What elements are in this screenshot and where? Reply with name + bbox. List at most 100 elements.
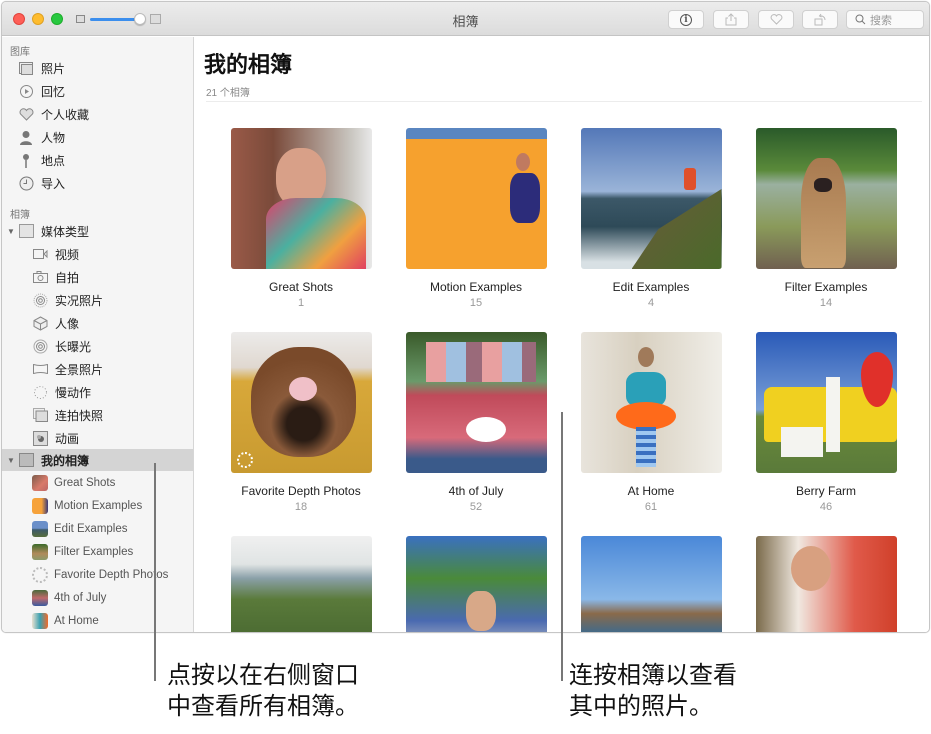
divider — [206, 101, 922, 102]
album-tile[interactable] — [571, 536, 731, 632]
clock-icon — [18, 175, 34, 191]
album-count: 21 个相簿 — [206, 88, 250, 99]
long-exposure-icon — [32, 338, 48, 354]
callout-right: 连按相簿以查看 其中的照片。 — [569, 662, 737, 720]
album-photo-count: 61 — [644, 501, 658, 513]
album-cover — [405, 536, 547, 632]
sidebar-album-edit-examples[interactable]: Edit Examples — [2, 518, 193, 540]
titlebar: 相簿 i 搜索 — [2, 2, 929, 36]
album-name: Berry Farm — [796, 484, 856, 498]
album-name: Favorite Depth Photos — [241, 484, 361, 498]
sidebar-album-favorite-depth-photos[interactable]: Favorite Depth Photos — [2, 564, 193, 586]
sidebar-item-long-exposure[interactable]: 长曝光 — [2, 335, 193, 357]
album-name: Motion Examples — [429, 280, 523, 294]
callout-line-right — [561, 412, 563, 681]
share-button[interactable] — [713, 10, 749, 29]
sidebar-album-great-shots[interactable]: Great Shots — [2, 472, 193, 494]
folder-icon — [18, 223, 34, 239]
sidebar-album-at-home[interactable]: At Home — [2, 610, 193, 632]
album-tile-favorite-depth-photos[interactable]: Favorite Depth Photos 18 — [221, 332, 381, 513]
sidebar-item-bursts[interactable]: 连拍快照 — [2, 404, 193, 426]
album-tile[interactable] — [396, 536, 556, 632]
album-thumbnail — [32, 544, 48, 560]
album-cover — [580, 332, 722, 473]
sidebar-item-live-photos[interactable]: 实况照片 — [2, 289, 193, 311]
panorama-icon — [32, 361, 48, 377]
photos-window: 相簿 i 搜索 图库 照片 回忆 个人收藏 人物 地点 导入 相簿 ▼ 媒体类型… — [1, 1, 930, 633]
live-photo-icon — [32, 292, 48, 308]
memories-icon — [18, 83, 34, 99]
album-tile-motion-examples[interactable]: Motion Examples 15 — [396, 128, 556, 309]
search-placeholder: 搜索 — [870, 14, 892, 27]
album-photo-count: 4 — [647, 297, 655, 309]
favorite-button[interactable] — [758, 10, 794, 29]
album-cover — [230, 128, 372, 269]
sidebar-item-imports[interactable]: 导入 — [2, 172, 193, 194]
sidebar-album-4th-of-july[interactable]: 4th of July — [2, 587, 193, 609]
sidebar-item-memories[interactable]: 回忆 — [2, 80, 193, 102]
album-photo-count: 18 — [294, 501, 308, 513]
info-icon: i — [680, 13, 692, 26]
album-tile-edit-examples[interactable]: Edit Examples 4 — [571, 128, 731, 309]
share-icon — [725, 13, 737, 26]
album-cover — [230, 332, 372, 473]
rotate-icon — [814, 13, 825, 26]
rotate-button[interactable] — [802, 10, 838, 29]
album-tile-filter-examples[interactable]: Filter Examples 14 — [746, 128, 906, 309]
album-thumbnail — [32, 498, 48, 514]
search-field[interactable]: 搜索 — [846, 10, 924, 29]
sidebar-item-videos[interactable]: 视频 — [2, 243, 193, 265]
sidebar-album-motion-examples[interactable]: Motion Examples — [2, 495, 193, 517]
slomo-icon — [32, 384, 48, 400]
sidebar-item-my-albums[interactable]: ▼ 我的相簿 — [2, 449, 193, 471]
sidebar-item-media-types[interactable]: ▼ 媒体类型 — [2, 220, 193, 242]
sidebar-item-places[interactable]: 地点 — [2, 149, 193, 171]
depth-icon — [32, 567, 48, 583]
albums-header: 相簿 — [10, 210, 30, 221]
album-cover — [405, 332, 547, 473]
sidebar-item-animated[interactable]: 动画 — [2, 427, 193, 449]
heart-icon — [18, 106, 34, 122]
sidebar-item-people[interactable]: 人物 — [2, 126, 193, 148]
album-photo-count: 52 — [469, 501, 483, 513]
album-cover — [755, 536, 897, 632]
person-icon — [18, 129, 34, 145]
album-tile-4th-of-july[interactable]: 4th of July 52 — [396, 332, 556, 513]
album-cover — [230, 536, 372, 632]
album-cover — [755, 128, 897, 269]
album-tile[interactable] — [221, 536, 381, 632]
album-name: Edit Examples — [612, 280, 690, 294]
album-photo-count: 14 — [819, 297, 833, 309]
album-photo-count: 15 — [469, 297, 483, 309]
album-tile-great-shots[interactable]: Great Shots 1 — [221, 128, 381, 309]
sidebar-item-portrait[interactable]: 人像 — [2, 312, 193, 334]
album-thumbnail — [32, 521, 48, 537]
pin-icon — [18, 152, 34, 168]
sidebar-item-photos[interactable]: 照片 — [2, 57, 193, 79]
selfie-icon — [32, 269, 48, 285]
album-cover — [580, 536, 722, 632]
sidebar-item-slo-mo[interactable]: 慢动作 — [2, 381, 193, 403]
sidebar-item-favorites[interactable]: 个人收藏 — [2, 103, 193, 125]
photos-icon — [18, 60, 34, 76]
callout-line-left — [154, 463, 156, 681]
heart-icon — [770, 14, 782, 25]
sidebar-item-panoramas[interactable]: 全景照片 — [2, 358, 193, 380]
search-icon — [855, 14, 866, 25]
page-title: 我的相簿 — [204, 52, 293, 77]
album-cover — [755, 332, 897, 473]
album-photo-count: 46 — [819, 501, 833, 513]
album-cover — [580, 128, 722, 269]
album-tile-at-home[interactable]: At Home 61 — [571, 332, 731, 513]
album-cover — [405, 128, 547, 269]
album-name: At Home — [627, 484, 675, 498]
disclosure-triangle-icon[interactable]: ▼ — [7, 227, 15, 236]
sidebar-item-selfies[interactable]: 自拍 — [2, 266, 193, 288]
album-tile-berry-farm[interactable]: Berry Farm 46 — [746, 332, 906, 513]
depth-icon — [236, 452, 253, 468]
album-tile[interactable] — [746, 536, 906, 632]
disclosure-triangle-icon[interactable]: ▼ — [7, 456, 15, 465]
info-button[interactable]: i — [668, 10, 704, 29]
sidebar-album-filter-examples[interactable]: Filter Examples — [2, 541, 193, 563]
callout-left: 点按以在右侧窗口 中查看所有相簿。 — [167, 662, 359, 720]
